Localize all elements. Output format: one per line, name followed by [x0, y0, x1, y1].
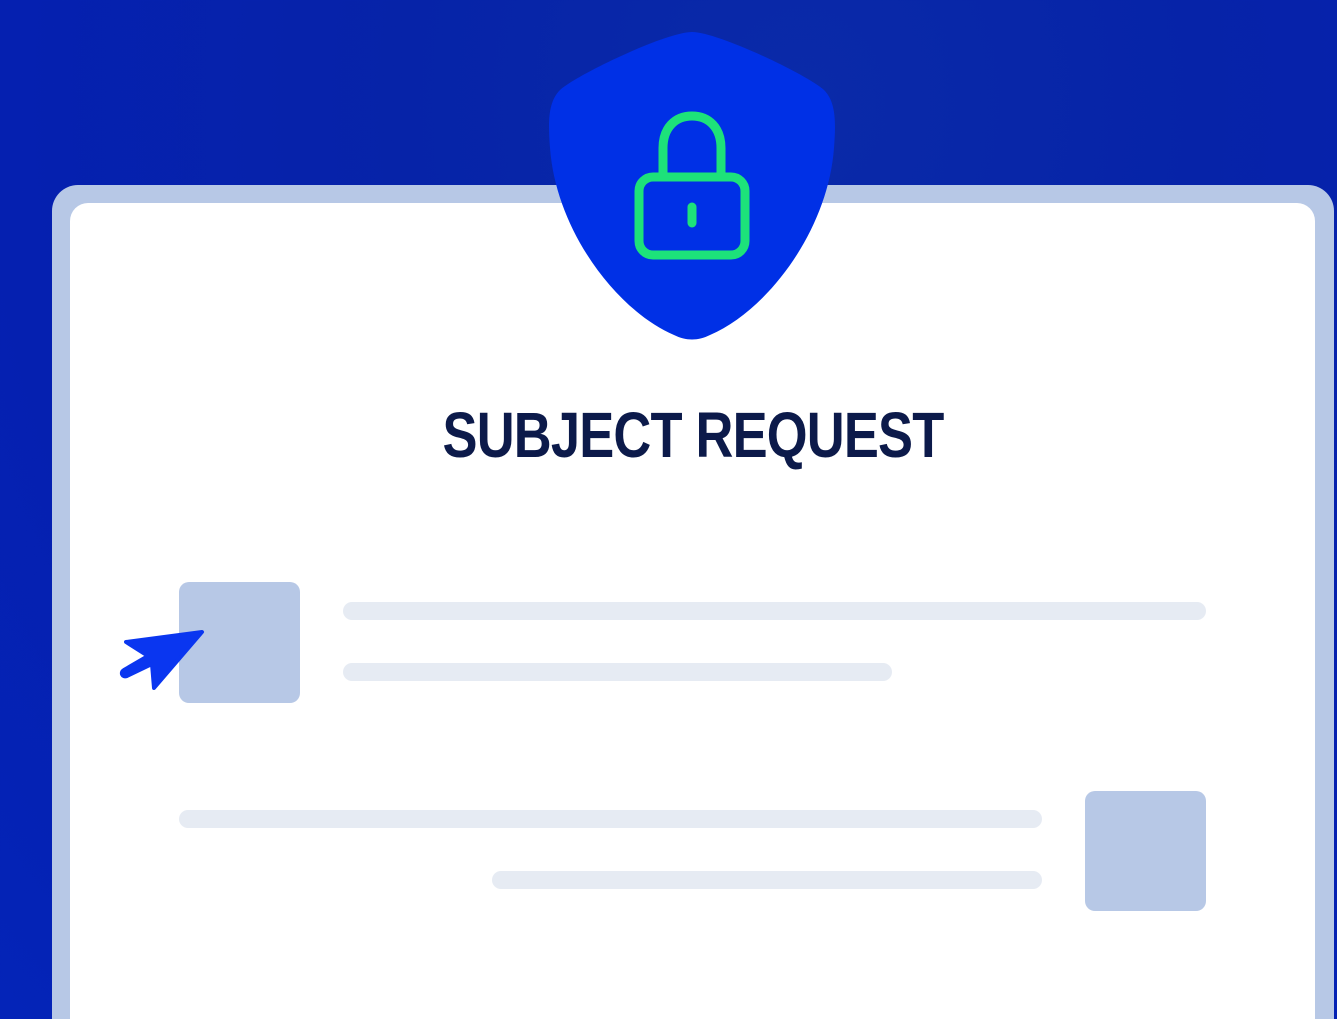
placeholder-text-line — [343, 663, 892, 681]
placeholder-checkbox[interactable] — [1085, 791, 1206, 911]
placeholder-text-line — [343, 602, 1206, 620]
shield-icon — [549, 32, 835, 340]
cursor-arrow-icon — [119, 630, 204, 690]
placeholder-text-line — [492, 871, 1042, 889]
card-title: SUBJECT REQUEST — [442, 399, 945, 471]
placeholder-text-line — [179, 810, 1042, 828]
